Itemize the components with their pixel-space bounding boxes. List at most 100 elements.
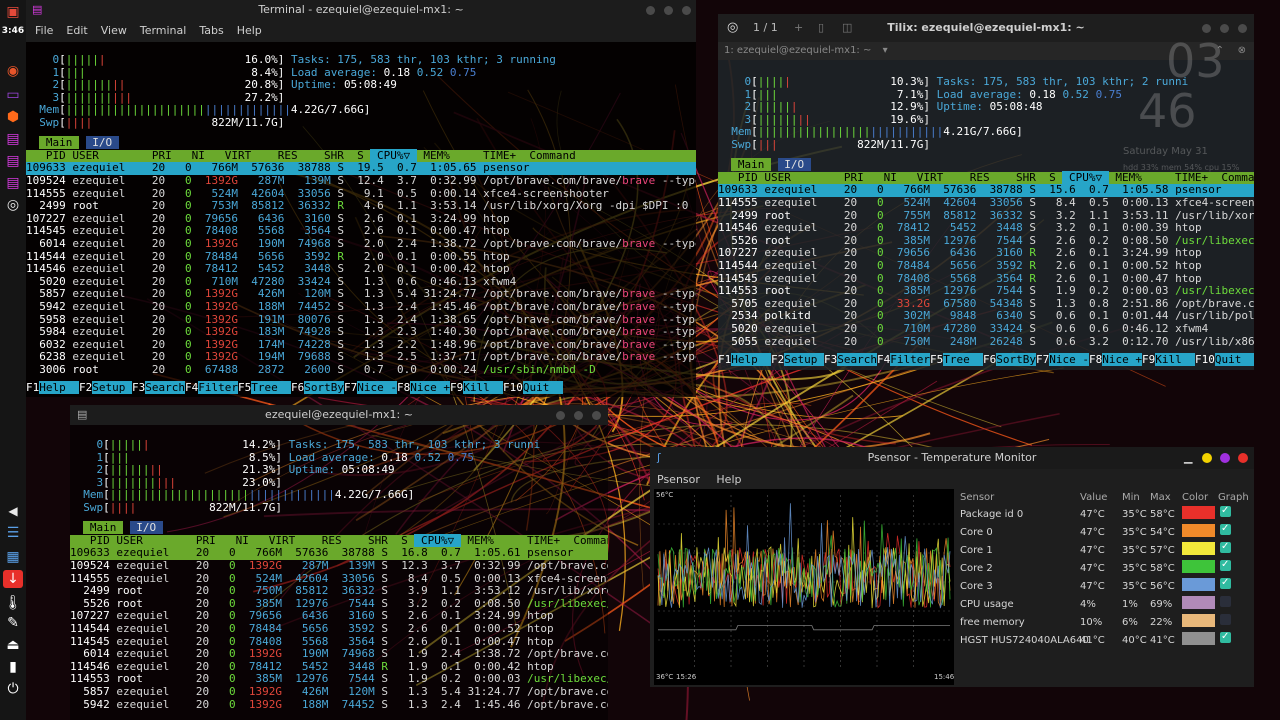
column-header-s[interactable]: S	[395, 534, 415, 547]
xfce-terminal-window[interactable]: ▤ Terminal - ezequiel@ezequiel-mx1: ~ Fi…	[26, 0, 696, 397]
column-header-res[interactable]: RES	[950, 171, 996, 184]
graph-checkbox[interactable]	[1220, 614, 1231, 625]
minimize-button[interactable]	[1202, 24, 1211, 33]
sensor-color-swatch[interactable]	[1182, 506, 1215, 519]
notes-icon[interactable]: ✎	[3, 614, 23, 632]
maximize-button[interactable]	[1202, 453, 1212, 463]
column-header-pri[interactable]: PRI	[837, 171, 870, 184]
sensor-row[interactable]: HGST HUS724040ALA640 41°C 40°C 41°C	[956, 628, 1254, 650]
column-header-shr[interactable]: SHR	[996, 171, 1042, 184]
title-bar[interactable]: ʃ Psensor - Temperature Monitor ▁	[650, 447, 1254, 469]
fkey-label-f2[interactable]: Setup	[784, 353, 824, 366]
tab-menu-icon[interactable]: ▾	[883, 45, 888, 56]
tilix-icon[interactable]: ◎	[3, 196, 23, 214]
volume-icon[interactable]: ◀	[3, 502, 23, 520]
column-header-ni[interactable]: NI	[178, 149, 211, 162]
maximize-button[interactable]	[1220, 24, 1229, 33]
window-list-icon[interactable]: ☰	[3, 524, 23, 542]
column-header-value[interactable]: Value	[1080, 489, 1107, 507]
sensor-color-swatch[interactable]	[1182, 560, 1215, 573]
column-header-pid[interactable]: PID	[70, 534, 116, 547]
brave-icon[interactable]: ⬢	[3, 108, 23, 126]
sensor-row[interactable]: Package id 0 47°C 35°C 58°C	[956, 502, 1254, 524]
column-header-mem[interactable]: MEM%	[461, 534, 501, 547]
process-row[interactable]: 5055 ezequiel 20 0 750M 248M 26248 S 0.6…	[718, 335, 1254, 349]
tab-io[interactable]: I/O	[129, 521, 163, 535]
column-header-time[interactable]: TIME+	[501, 534, 567, 547]
column-header-mem[interactable]: MEM%	[417, 149, 457, 162]
fkey-label-f10[interactable]: Quit	[1214, 353, 1254, 366]
graph-checkbox[interactable]	[1220, 538, 1231, 556]
apps-menu-icon[interactable]: ▣	[3, 3, 23, 21]
sensor-color-swatch[interactable]	[1182, 596, 1215, 609]
sensor-color-swatch[interactable]	[1182, 524, 1215, 537]
graph-checkbox[interactable]	[1220, 556, 1231, 574]
psensor-window[interactable]: ʃ Psensor - Temperature Monitor ▁ Psenso…	[650, 447, 1254, 687]
folder-icon[interactable]: ▭	[3, 86, 23, 104]
thermometer-icon[interactable]: 🌡	[3, 594, 23, 612]
column-header-ni[interactable]: NI	[222, 534, 255, 547]
fkey-label-f8[interactable]: Nice +	[1102, 353, 1142, 366]
column-header-min[interactable]: Min	[1122, 489, 1140, 507]
tab-main[interactable]: Main	[731, 158, 771, 172]
fkey-label-f4[interactable]: Filter	[890, 353, 930, 366]
column-header-pri[interactable]: PRI	[145, 149, 178, 162]
fkey-label-f3[interactable]: Search	[145, 381, 185, 394]
htop-output[interactable]: 0[||||| 10.3%] Tasks: 175, 583 thr, 103 …	[718, 38, 1254, 370]
column-header-cpu[interactable]: CPU%▽	[414, 533, 461, 547]
column-header-virt[interactable]: VIRT	[903, 171, 949, 184]
fkey-label-f3[interactable]: Search	[837, 353, 877, 366]
column-header-user[interactable]: USER	[72, 149, 145, 162]
column-header-command[interactable]: Command	[567, 534, 608, 547]
column-header-res[interactable]: RES	[302, 534, 348, 547]
minimize-button[interactable]	[646, 6, 655, 15]
menu-terminal[interactable]: Terminal	[140, 24, 187, 37]
menu-file[interactable]: File	[35, 24, 53, 37]
battery-icon[interactable]: ▮	[3, 658, 23, 676]
network-icon[interactable]: ▦	[3, 548, 23, 566]
column-header-pid[interactable]: PID	[26, 149, 72, 162]
fkey-label-f9[interactable]: Kill	[1155, 353, 1195, 366]
column-header-time[interactable]: TIME+	[457, 149, 523, 162]
sensor-row[interactable]: Core 1 47°C 35°C 57°C	[956, 538, 1254, 560]
column-header-color[interactable]: Color	[1182, 489, 1208, 507]
menu-view[interactable]: View	[101, 24, 127, 37]
menu-help[interactable]: Help	[716, 473, 741, 486]
fkey-label-f6[interactable]: SortBy	[996, 353, 1036, 366]
column-header-res[interactable]: RES	[258, 149, 304, 162]
column-header-pri[interactable]: PRI	[189, 534, 222, 547]
close-button[interactable]	[682, 6, 691, 15]
fkey-label-f7[interactable]: Nice -	[357, 381, 397, 394]
terminal-window[interactable]: ▤ ezequiel@ezequiel-mx1: ~ 0[|||||| 14.2…	[70, 405, 608, 720]
minimize-button[interactable]: ▁	[1184, 447, 1192, 469]
menu-edit[interactable]: Edit	[66, 24, 87, 37]
htop-output[interactable]: 0[|||||| 16.0%] Tasks: 175, 583 thr, 103…	[26, 42, 696, 397]
sensor-color-swatch[interactable]	[1182, 614, 1215, 627]
column-header-user[interactable]: USER	[116, 534, 189, 547]
sensor-color-swatch[interactable]	[1182, 542, 1215, 555]
fkey-label-f8[interactable]: Nice +	[410, 381, 450, 394]
add-session-icon[interactable]: +	[794, 14, 803, 42]
fkey-label-f9[interactable]: Kill	[463, 381, 503, 394]
htop-output[interactable]: 0[|||||| 14.2%] Tasks: 175, 583 thr, 103…	[70, 425, 608, 720]
fkey-label-f7[interactable]: Nice -	[1049, 353, 1089, 366]
process-row[interactable]: 3006 root 20 0 67488 2872 2600 S 0.7 0.0…	[26, 363, 696, 377]
column-header-ni[interactable]: NI	[870, 171, 903, 184]
graph-checkbox[interactable]	[1220, 628, 1231, 646]
column-header-max[interactable]: Max	[1150, 489, 1171, 507]
sensor-row[interactable]: Core 2 47°C 35°C 58°C	[956, 556, 1254, 578]
restore-button[interactable]	[1220, 453, 1230, 463]
eject-icon[interactable]: ⏏	[3, 636, 23, 654]
sensor-color-swatch[interactable]	[1182, 632, 1215, 645]
column-header-virt[interactable]: VIRT	[211, 149, 257, 162]
column-header-cpu[interactable]: CPU%▽	[1062, 170, 1109, 184]
menu-help[interactable]: Help	[237, 24, 262, 37]
column-header-command[interactable]: Command	[523, 149, 583, 162]
fkey-label-f1[interactable]: Help	[731, 353, 771, 366]
fkey-label-f4[interactable]: Filter	[198, 381, 238, 394]
terminal-2-icon[interactable]: ▤	[3, 152, 23, 170]
sensor-row[interactable]: free memory 10% 6% 22%	[956, 614, 1254, 632]
column-header-pid[interactable]: PID	[718, 171, 764, 184]
power-icon[interactable]: ⏻	[3, 680, 23, 698]
graph-checkbox[interactable]	[1220, 596, 1231, 607]
